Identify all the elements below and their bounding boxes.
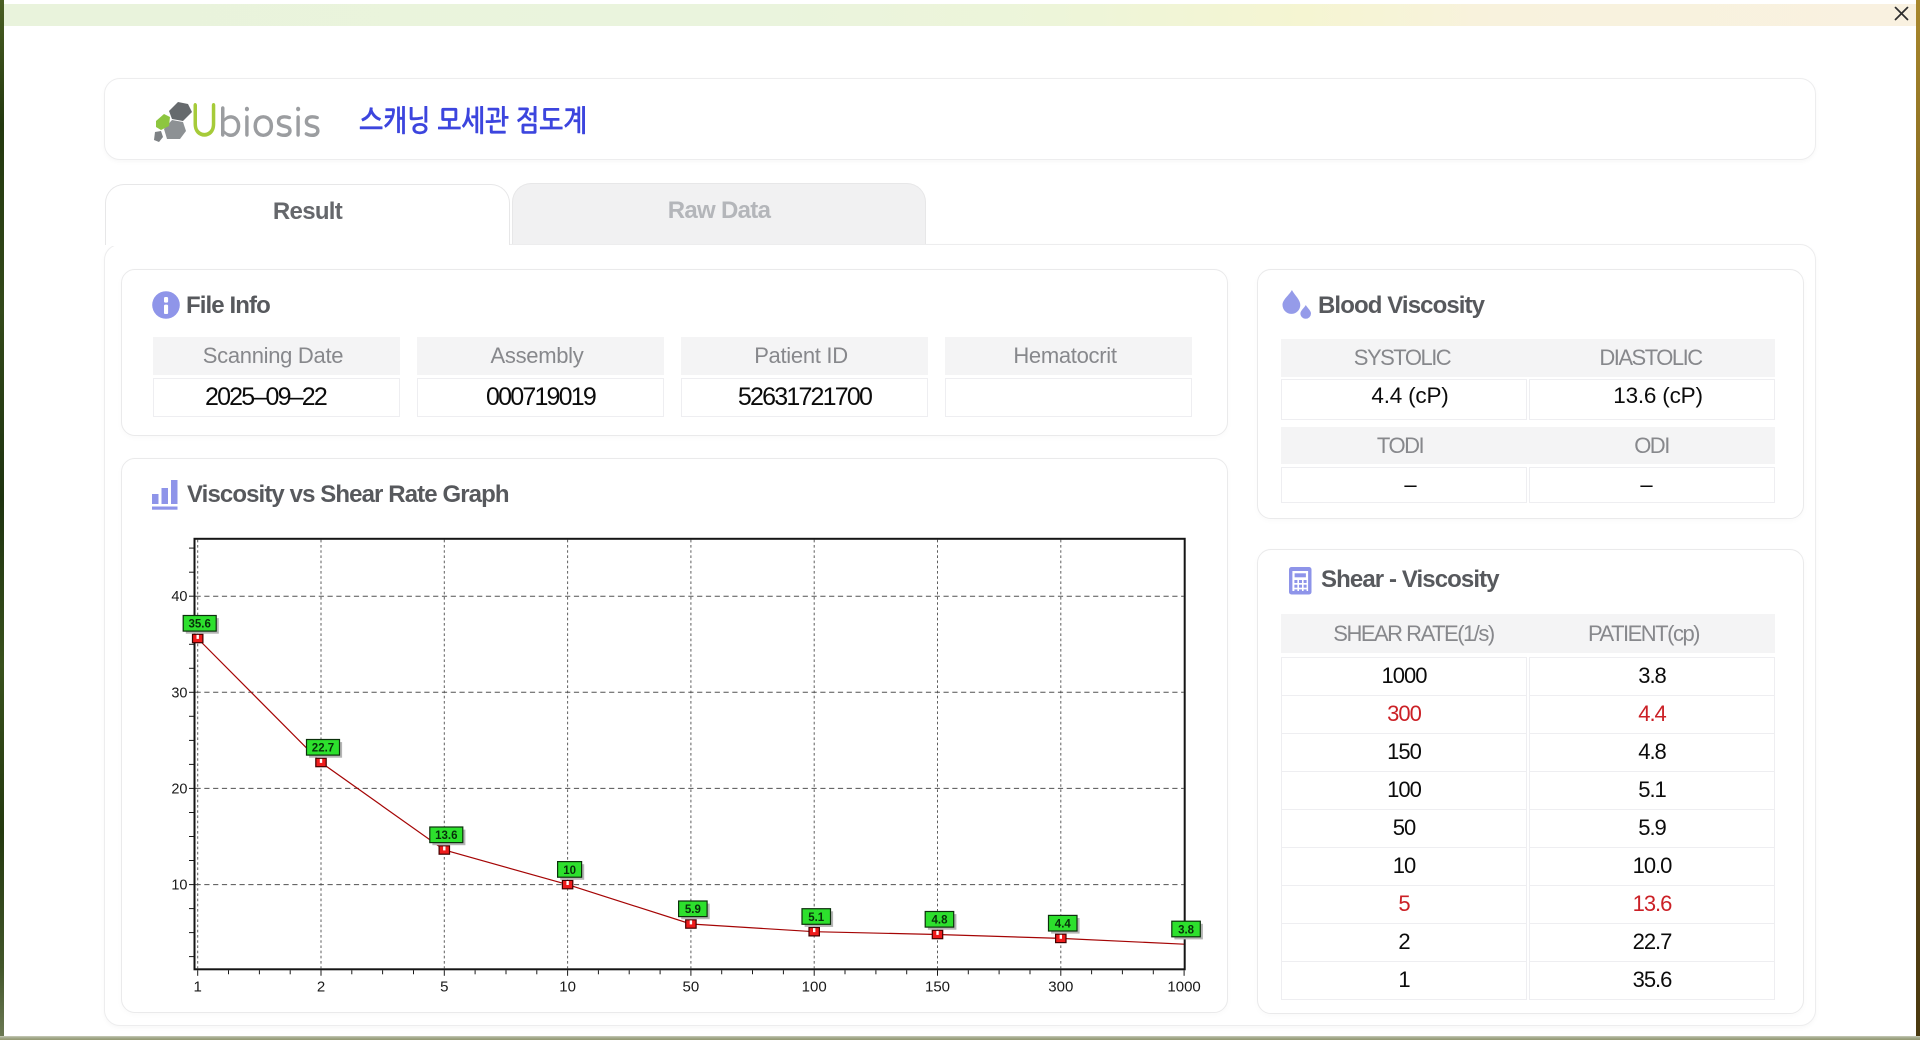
svg-text:40: 40 xyxy=(171,589,187,605)
svg-text:5.9: 5.9 xyxy=(685,904,701,916)
svg-text:2: 2 xyxy=(317,979,325,996)
svg-text:10: 10 xyxy=(563,865,576,877)
svg-text:35.6: 35.6 xyxy=(189,619,211,631)
svg-text:4.8: 4.8 xyxy=(932,915,949,927)
svg-text:1: 1 xyxy=(194,979,202,996)
svg-text:10: 10 xyxy=(559,979,576,996)
svg-text:50: 50 xyxy=(683,979,700,996)
svg-text:3.8: 3.8 xyxy=(1178,924,1195,936)
svg-text:150: 150 xyxy=(925,979,950,996)
svg-text:100: 100 xyxy=(802,979,827,996)
svg-text:1000: 1000 xyxy=(1167,979,1200,996)
svg-text:22.7: 22.7 xyxy=(312,743,334,755)
svg-text:300: 300 xyxy=(1048,979,1073,996)
svg-text:13.6: 13.6 xyxy=(435,830,457,842)
svg-text:5.1: 5.1 xyxy=(808,912,825,924)
svg-text:10: 10 xyxy=(171,878,187,894)
svg-text:30: 30 xyxy=(171,685,187,701)
svg-text:5: 5 xyxy=(440,979,448,996)
svg-text:20: 20 xyxy=(171,781,187,797)
svg-text:4.4: 4.4 xyxy=(1055,919,1072,931)
